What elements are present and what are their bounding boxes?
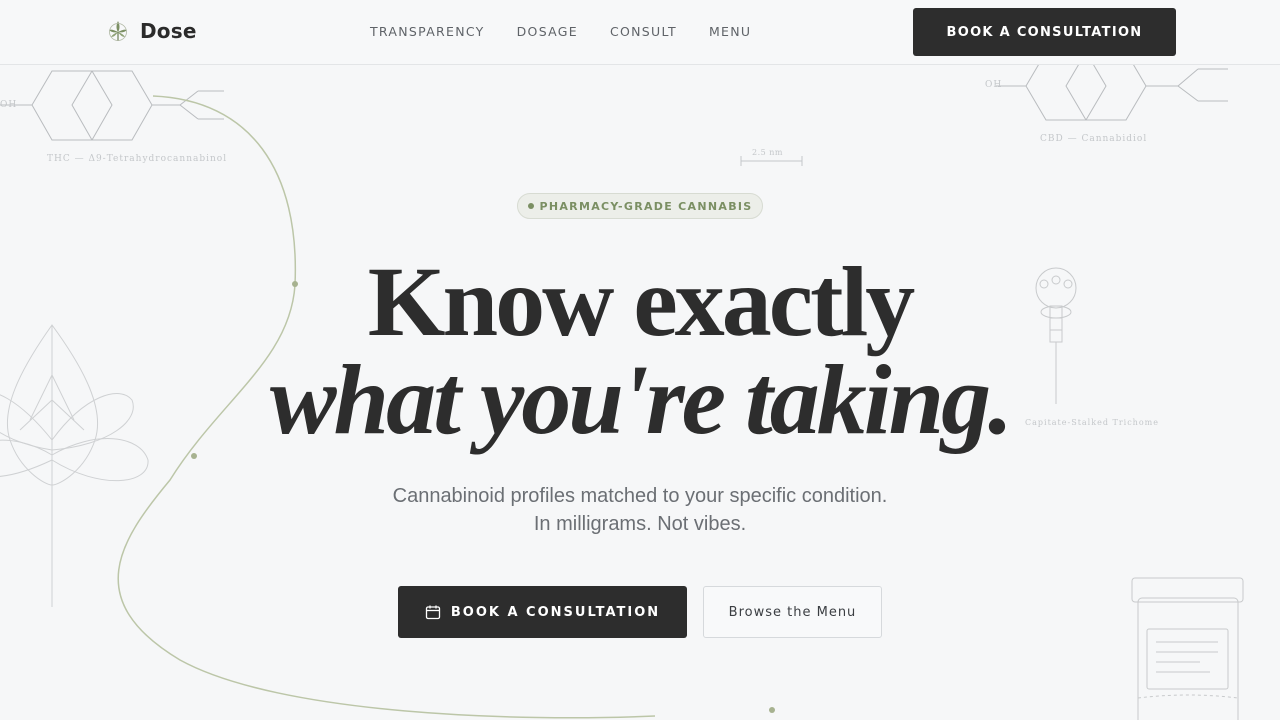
top-navigation-bar: Dose TRANSPARENCY DOSAGE CONSULT MENU BO… — [0, 0, 1280, 65]
scale-label: 2.5 nm — [752, 148, 784, 157]
nav-transparency[interactable]: TRANSPARENCY — [370, 24, 485, 39]
book-consultation-label: BOOK A CONSULTATION — [450, 604, 661, 620]
hero-subtitle: Cannabinoid profiles matched to your spe… — [0, 482, 1280, 538]
headline-line-2: what you're taking. — [269, 344, 1013, 455]
nav-menu[interactable]: MENU — [709, 24, 751, 39]
badge-text: PHARMACY-GRADE CANNABIS — [539, 199, 753, 213]
main-nav: TRANSPARENCY DOSAGE CONSULT MENU — [370, 24, 751, 39]
browse-menu-button[interactable]: Browse the Menu — [703, 586, 882, 638]
badge-dot-icon — [527, 203, 534, 209]
brand-logo[interactable]: Dose — [106, 19, 197, 43]
thc-molecule-diagram — [0, 70, 224, 141]
brand-name: Dose — [140, 19, 197, 43]
nav-consult[interactable]: CONSULT — [610, 24, 677, 39]
cbd-label: CBD — Cannabidiol — [1040, 134, 1148, 144]
hero-headline: Know exactly what you're taking. — [0, 246, 1280, 455]
nav-dosage[interactable]: DOSAGE — [517, 24, 578, 39]
oh-label-right: OH — [985, 80, 1003, 90]
subtitle-line-2: In milligrams. Not vibes. — [533, 513, 747, 535]
headline-line-1: Know exactly — [367, 246, 915, 357]
subtitle-line-1: Cannabinoid profiles matched to your spe… — [392, 485, 888, 507]
pill-bottle-illustration — [1131, 577, 1244, 720]
thc-label: THC — Δ9-Tetrahydrocannabinol — [47, 154, 228, 164]
calendar-icon — [425, 605, 441, 620]
header-book-consultation-button[interactable]: BOOK A CONSULTATION — [913, 8, 1176, 56]
pharmacy-grade-badge: PHARMACY-GRADE CANNABIS — [517, 193, 763, 219]
scale-bar — [740, 156, 803, 166]
oh-label-left: OH — [0, 100, 18, 110]
cannabis-leaf-icon — [109, 21, 127, 41]
book-consultation-button[interactable]: BOOK A CONSULTATION — [398, 586, 687, 638]
